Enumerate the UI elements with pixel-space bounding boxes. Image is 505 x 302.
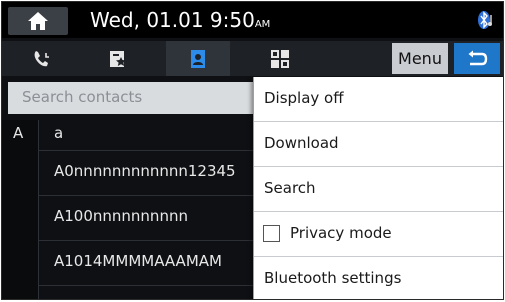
index-letter[interactable]: A [13,124,23,142]
call-history-icon [34,50,49,66]
contact-name: A100nnnnnnnnnn [54,207,188,225]
tab-contacts[interactable] [166,41,230,76]
tab-keypad[interactable] [248,41,312,76]
menu-item-display-off[interactable]: Display off [254,77,503,122]
search-placeholder: Search contacts [22,88,143,106]
date-time: Wed, 01.01 9:50AM [90,7,270,38]
favorites-icon [110,50,126,67]
menu-button[interactable]: Menu [392,43,448,74]
tab-call-history[interactable] [10,41,74,76]
menu-item-search[interactable]: Search [254,167,503,212]
home-icon [28,12,48,30]
options-menu: Display off Download Search Privacy mode… [253,77,503,299]
menu-item-label: Display off [264,89,344,107]
phone-contacts-screen: Wed, 01.01 9:50AM Menu Search contacts A… [1,1,504,300]
privacy-mode-checkbox[interactable] [263,225,280,242]
menu-item-bluetooth-settings[interactable]: Bluetooth settings [254,257,503,299]
contact-name: A1014MMMMAAAMAM [54,252,222,270]
bluetooth-audio-status-icon [478,11,492,29]
date-time-text: Wed, 01.01 9:50 [90,8,255,32]
menu-item-label: Bluetooth settings [264,269,402,287]
status-bar: Wed, 01.01 9:50AM [2,2,503,38]
contact-name: A0nnnnnnnnnnnn12345 [54,162,236,180]
alphabet-index: A [2,120,39,299]
contact-name: a [54,124,64,142]
contacts-icon [191,49,205,68]
home-button[interactable] [8,7,68,35]
menu-item-label: Search [264,179,316,197]
ampm-label: AM [254,19,271,30]
back-button[interactable] [454,43,500,74]
menu-item-privacy-mode[interactable]: Privacy mode [254,212,503,257]
menu-item-label: Privacy mode [290,224,392,242]
back-arrow-icon [468,50,488,66]
menu-item-download[interactable]: Download [254,122,503,167]
menu-item-label: Download [264,134,339,152]
keypad-icon [271,49,289,68]
tab-favorites[interactable] [86,41,150,76]
tab-bar: Menu [2,41,503,76]
